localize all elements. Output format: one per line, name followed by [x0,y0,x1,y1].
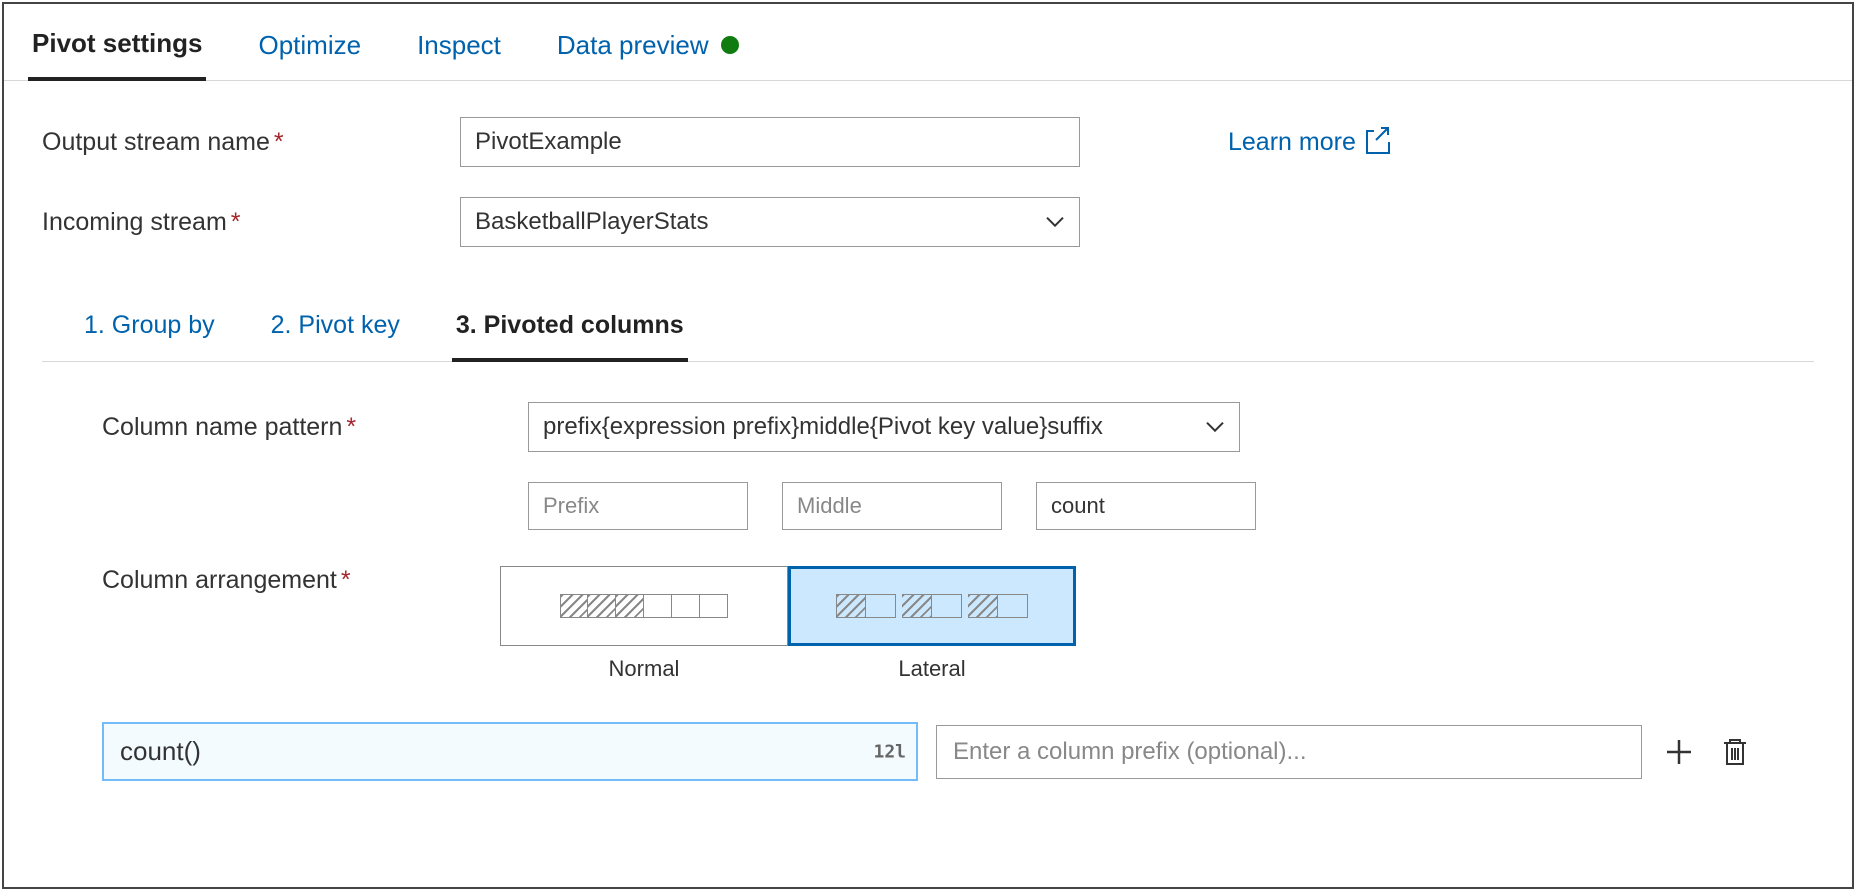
pivoted-columns-section: Column name pattern* prefix{expression p… [42,362,1814,682]
incoming-stream-value: BasketballPlayerStats [460,197,1080,247]
delete-button[interactable] [1716,733,1754,771]
pattern-parts-row [528,482,1776,530]
arrangement-lateral-option[interactable] [788,566,1076,646]
tab-optimize[interactable]: Optimize [254,24,365,79]
normal-pattern-icon [560,594,728,618]
required-asterisk: * [274,128,284,156]
incoming-stream-label: Incoming stream* [42,208,432,237]
arrangement-lateral-label: Lateral [898,656,965,682]
expression-type-badge: 12l [873,741,906,762]
external-link-icon [1366,130,1390,154]
plus-icon [1664,737,1694,767]
column-arrangement-label-text: Column arrangement [102,566,337,594]
required-asterisk: * [341,566,351,594]
sub-tabs: 1. Group by 2. Pivot key 3. Pivoted colu… [42,277,1814,362]
trash-icon [1721,737,1749,767]
incoming-stream-row: Incoming stream* BasketballPlayerStats [42,197,1814,247]
sub-tab-group-by[interactable]: 1. Group by [80,305,219,361]
arrangement-normal-label: Normal [609,656,680,682]
output-stream-row: Output stream name* Learn more [42,117,1814,167]
expression-container: 12l [102,722,918,781]
chevron-down-icon [1206,421,1224,439]
status-dot-icon [721,36,739,54]
column-arrangement-row: Column arrangement* Normal [102,566,1776,682]
learn-more-link[interactable]: Learn more [1228,128,1390,157]
column-name-pattern-label: Column name pattern* [102,413,500,442]
column-name-pattern-label-text: Column name pattern [102,413,342,441]
add-button[interactable] [1660,733,1698,771]
chevron-down-icon [1046,216,1064,234]
required-asterisk: * [346,413,356,441]
output-stream-label-text: Output stream name [42,128,270,156]
expression-input[interactable] [102,722,918,781]
sub-tab-pivot-key[interactable]: 2. Pivot key [267,305,404,361]
column-name-pattern-value: prefix{expression prefix}middle{Pivot ke… [528,402,1240,452]
sub-tab-pivoted-columns[interactable]: 3. Pivoted columns [452,305,688,362]
pivot-settings-panel: Pivot settings Optimize Inspect Data pre… [2,2,1854,889]
column-arrangement-label: Column arrangement* [102,566,500,595]
learn-more-text: Learn more [1228,128,1356,157]
middle-input[interactable] [782,482,1002,530]
required-asterisk: * [231,208,241,236]
column-arrangement-toggle: Normal Lateral [500,566,1076,682]
lateral-pattern-icon [836,594,1028,618]
arrangement-normal-option[interactable] [500,566,788,646]
tab-data-preview[interactable]: Data preview [553,24,743,79]
prefix-input[interactable] [528,482,748,530]
output-stream-input[interactable] [460,117,1080,167]
expression-row: 12l [42,722,1814,781]
output-stream-label: Output stream name* [42,128,432,157]
form-body: Output stream name* Learn more Incoming … [4,81,1852,781]
tab-data-preview-label: Data preview [557,30,709,61]
main-tabs: Pivot settings Optimize Inspect Data pre… [4,4,1852,81]
suffix-input[interactable] [1036,482,1256,530]
tab-inspect[interactable]: Inspect [413,24,505,79]
incoming-stream-label-text: Incoming stream [42,208,227,236]
tab-pivot-settings[interactable]: Pivot settings [28,22,206,81]
incoming-stream-select[interactable]: BasketballPlayerStats [460,197,1080,247]
column-name-pattern-select[interactable]: prefix{expression prefix}middle{Pivot ke… [528,402,1240,452]
column-prefix-input[interactable] [936,725,1642,779]
column-name-pattern-row: Column name pattern* prefix{expression p… [102,402,1776,452]
